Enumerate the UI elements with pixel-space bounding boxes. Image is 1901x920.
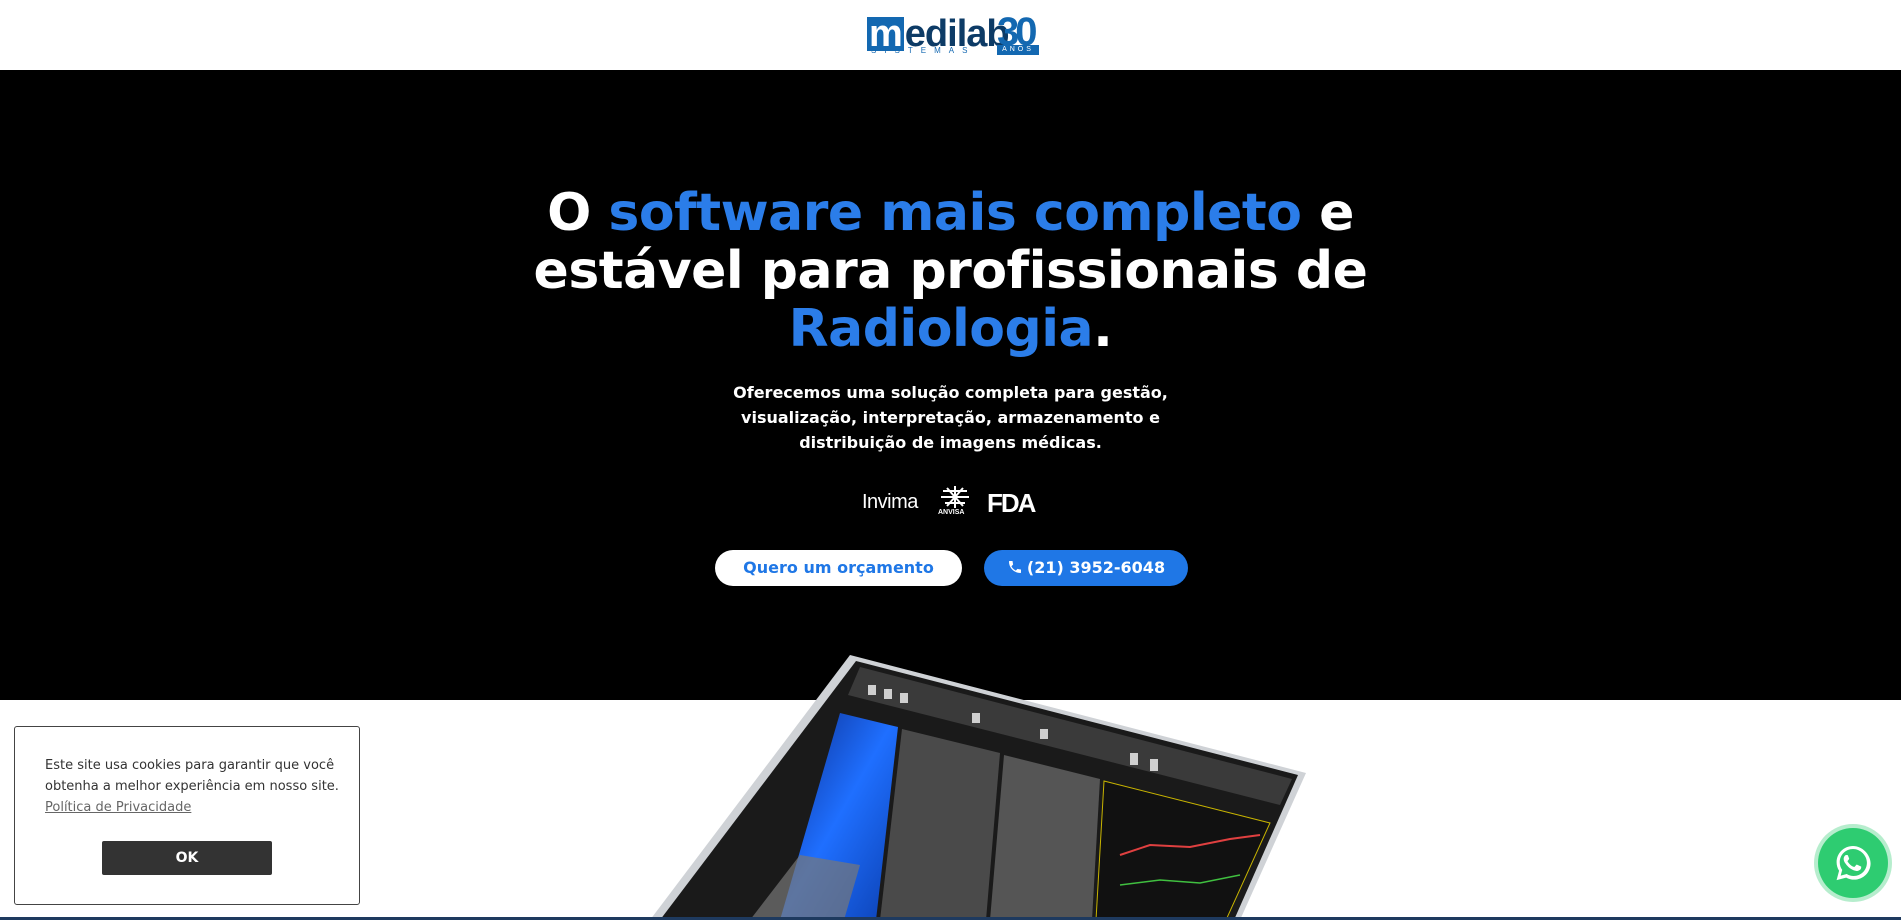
anvisa-label: ANVISA	[938, 509, 965, 516]
ultrasound-panel-2	[990, 755, 1100, 920]
phone-icon	[1008, 561, 1021, 573]
cookie-message: Este site usa cookies para garantir que …	[45, 755, 345, 818]
invima-logo: Invima	[862, 491, 918, 514]
badge-anos: ANOS	[997, 45, 1039, 55]
tablet-mockup-image	[650, 655, 1306, 920]
headline-highlight-2: Radiologia	[788, 299, 1094, 359]
site-header: medilab SISTEMAS 30 ANOS	[0, 0, 1901, 70]
whatsapp-icon	[1836, 845, 1871, 881]
anvisa-emblem-icon	[941, 486, 969, 508]
hero-section: O software mais completo e estável para …	[0, 70, 1901, 700]
quote-button[interactable]: Quero um orçamento	[715, 550, 962, 586]
anvisa-logo: ANVISA	[937, 485, 973, 519]
cookie-text: Este site usa cookies para garantir que …	[45, 758, 339, 794]
headline-highlight-1: software mais completo	[608, 183, 1302, 243]
certification-logos: Invima ANVISA FDA	[862, 485, 1042, 519]
hero-subtext: Oferecemos uma solução completa para ges…	[733, 383, 1168, 452]
privacy-policy-link[interactable]: Política de Privacidade	[45, 800, 191, 815]
headline-part-3: .	[1093, 299, 1113, 359]
fda-logo: FDA	[987, 488, 1036, 518]
phone-button[interactable]: (21) 3952-6048	[984, 550, 1188, 586]
headline-part-1: O	[547, 183, 609, 243]
invima-label: Invima	[862, 491, 918, 513]
phone-number-label: (21) 3952-6048	[1026, 558, 1166, 577]
medilab-logo[interactable]: medilab SISTEMAS 30 ANOS	[867, 10, 1039, 56]
whatsapp-button[interactable]	[1818, 828, 1888, 898]
cookie-ok-button[interactable]: OK	[102, 841, 272, 875]
hero-headline: O software mais completo e estável para …	[520, 184, 1381, 358]
anniversary-badge: 30 ANOS	[997, 10, 1039, 55]
cookie-consent-box: Este site usa cookies para garantir que …	[14, 726, 360, 905]
logo-subtitle: SISTEMAS	[871, 46, 976, 55]
